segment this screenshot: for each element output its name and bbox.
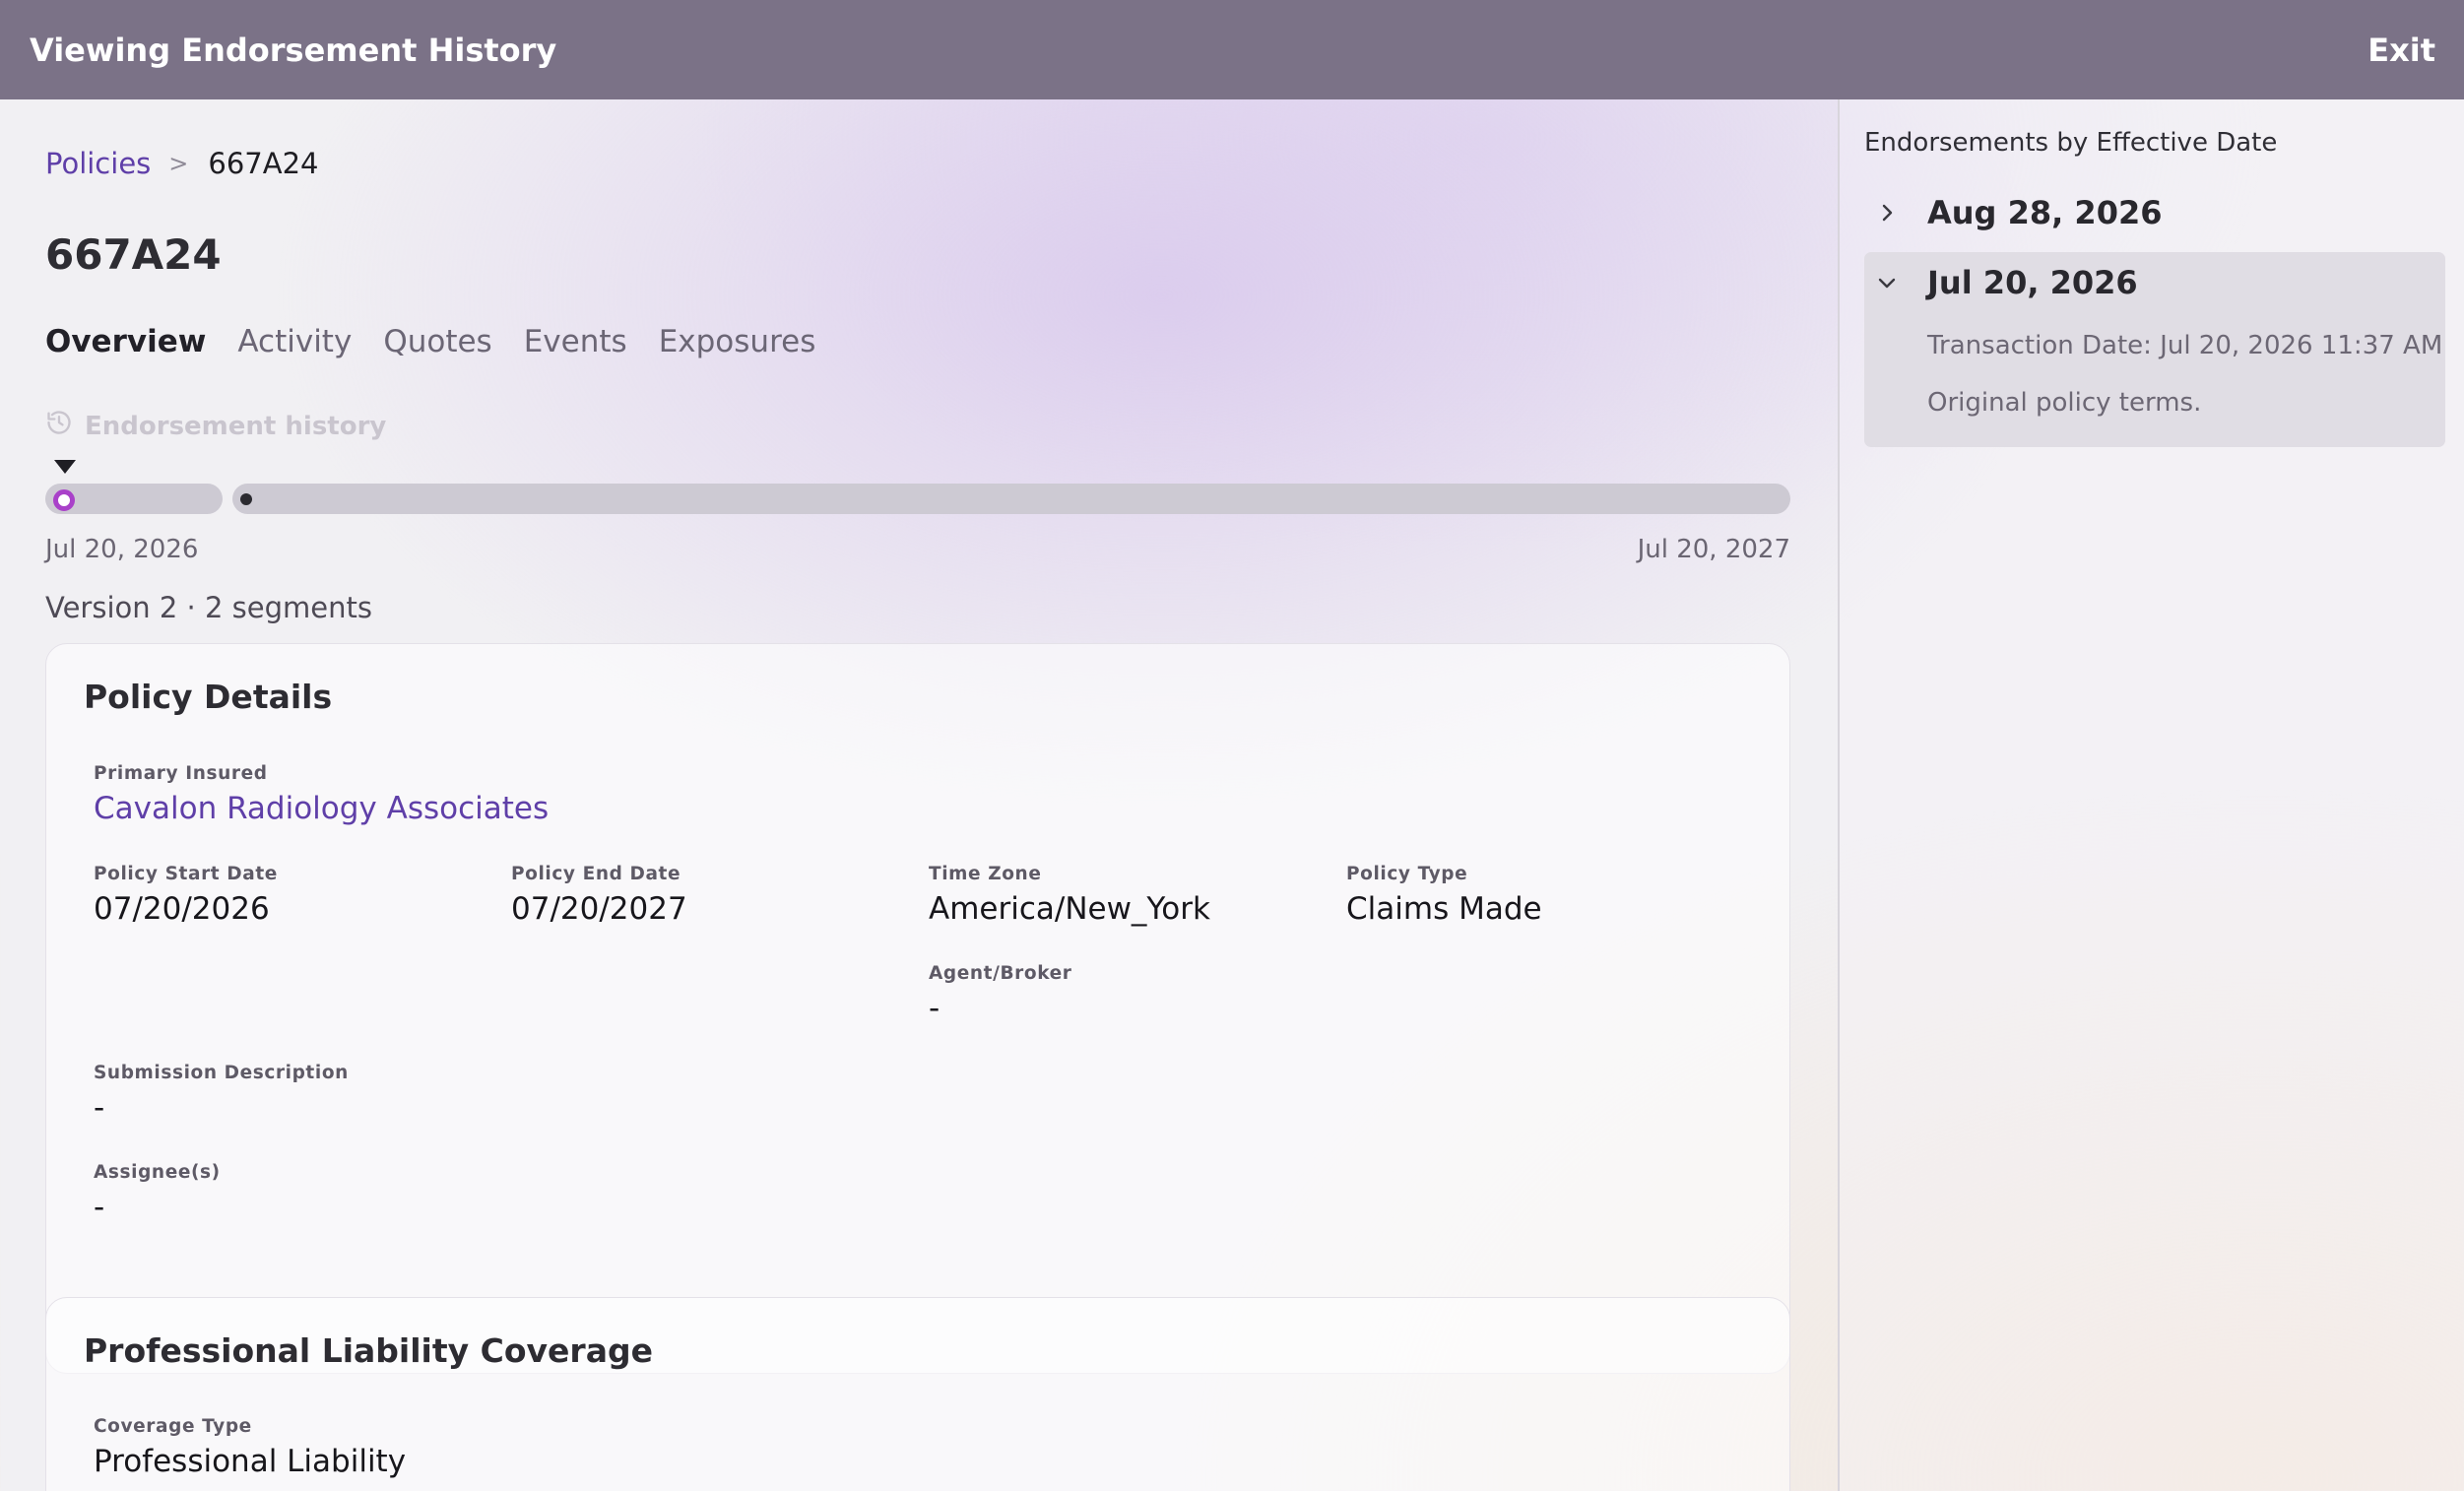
chevron-right-icon	[1864, 201, 1910, 225]
page-title: 667A24	[45, 230, 222, 279]
tab-bar: Overview Activity Quotes Events Exposure…	[45, 324, 847, 359]
agent-broker-field: Agent/Broker -	[929, 963, 1072, 1026]
field-label: Policy Start Date	[94, 864, 278, 884]
field-label: Assignee(s)	[94, 1162, 221, 1183]
field-value: -	[929, 991, 940, 1026]
timeline-segment-1[interactable]	[45, 484, 223, 514]
endorsement-date: Jul 20, 2026	[1927, 264, 2138, 301]
timeline-segment-2[interactable]	[232, 484, 1790, 514]
endorsement-timeline	[45, 460, 1790, 539]
endorsement-history-label: Endorsement history	[85, 411, 387, 441]
field-value: Professional Liability	[94, 1444, 407, 1479]
exit-button[interactable]: Exit	[2367, 32, 2435, 69]
field-label: Agent/Broker	[929, 963, 1072, 984]
policy-start-date-field: Policy Start Date 07/20/2026	[94, 864, 278, 927]
field-value: 07/20/2026	[94, 891, 270, 927]
breadcrumb-separator: >	[168, 150, 189, 177]
endorsements-panel: Endorsements by Effective Date Aug 28, 2…	[1838, 99, 2464, 1491]
chevron-down-icon	[1864, 271, 1910, 294]
primary-insured-link[interactable]: Cavalon Radiology Associates	[94, 791, 549, 826]
main-content: Policies > 667A24 667A24 Overview Activi…	[0, 99, 1838, 1491]
breadcrumb-policies-link[interactable]: Policies	[45, 147, 151, 180]
breadcrumb-current: 667A24	[208, 147, 319, 180]
field-label: Submission Description	[94, 1063, 349, 1083]
timeline-start-date: Jul 20, 2026	[45, 535, 199, 564]
tab-activity[interactable]: Activity	[237, 324, 352, 359]
field-label: Policy Type	[1346, 864, 1468, 884]
field-label: Time Zone	[929, 864, 1042, 884]
current-position-marker	[54, 460, 76, 474]
field-value: Claims Made	[1346, 891, 1542, 927]
segment-dot	[240, 493, 252, 505]
top-bar: Viewing Endorsement History Exit	[0, 0, 2464, 99]
tab-quotes[interactable]: Quotes	[383, 324, 491, 359]
policy-end-date-field: Policy End Date 07/20/2027	[511, 864, 687, 927]
version-label: Version 2 · 2 segments	[45, 591, 372, 624]
tab-overview[interactable]: Overview	[45, 324, 206, 359]
breadcrumb: Policies > 667A24	[45, 147, 318, 180]
primary-insured-field: Primary Insured Cavalon Radiology Associ…	[94, 763, 549, 826]
panel-heading: Endorsements by Effective Date	[1864, 128, 2278, 158]
mode-title: Viewing Endorsement History	[30, 31, 557, 69]
submission-description-field: Submission Description -	[94, 1063, 349, 1126]
field-label: Policy End Date	[511, 864, 681, 884]
assignees-field: Assignee(s) -	[94, 1162, 221, 1225]
endorsement-date: Aug 28, 2026	[1927, 194, 2163, 231]
tab-events[interactable]: Events	[524, 324, 627, 359]
card-title: Policy Details	[84, 678, 333, 716]
field-value: America/New_York	[929, 891, 1210, 927]
time-zone-field: Time Zone America/New_York	[929, 864, 1210, 927]
field-value: 07/20/2027	[511, 891, 687, 927]
coverage-type-field: Coverage Type Professional Liability	[94, 1416, 406, 1479]
transaction-date: Transaction Date: Jul 20, 2026 11:37 AM	[1927, 331, 2443, 360]
history-icon	[45, 409, 85, 443]
selected-segment-dot	[53, 489, 75, 511]
field-value: -	[94, 1190, 105, 1225]
coverage-card: Professional Liability Coverage Coverage…	[45, 1297, 1790, 1491]
field-label: Primary Insured	[94, 763, 268, 784]
endorsement-item-selected[interactable]: Jul 20, 2026 Transaction Date: Jul 20, 2…	[1864, 252, 2445, 447]
timeline-end-date: Jul 20, 2027	[1637, 535, 1790, 564]
endorsement-item[interactable]: Aug 28, 2026	[1864, 182, 2445, 243]
field-value: -	[94, 1090, 105, 1126]
card-title: Professional Liability Coverage	[84, 1331, 653, 1370]
field-label: Coverage Type	[94, 1416, 252, 1437]
endorsement-note: Original policy terms.	[1927, 388, 2202, 418]
endorsement-history-button[interactable]: Endorsement history	[45, 409, 386, 443]
policy-type-field: Policy Type Claims Made	[1346, 864, 1542, 927]
policy-details-card: Policy Details Primary Insured Cavalon R…	[45, 643, 1790, 1374]
tab-exposures[interactable]: Exposures	[659, 324, 816, 359]
